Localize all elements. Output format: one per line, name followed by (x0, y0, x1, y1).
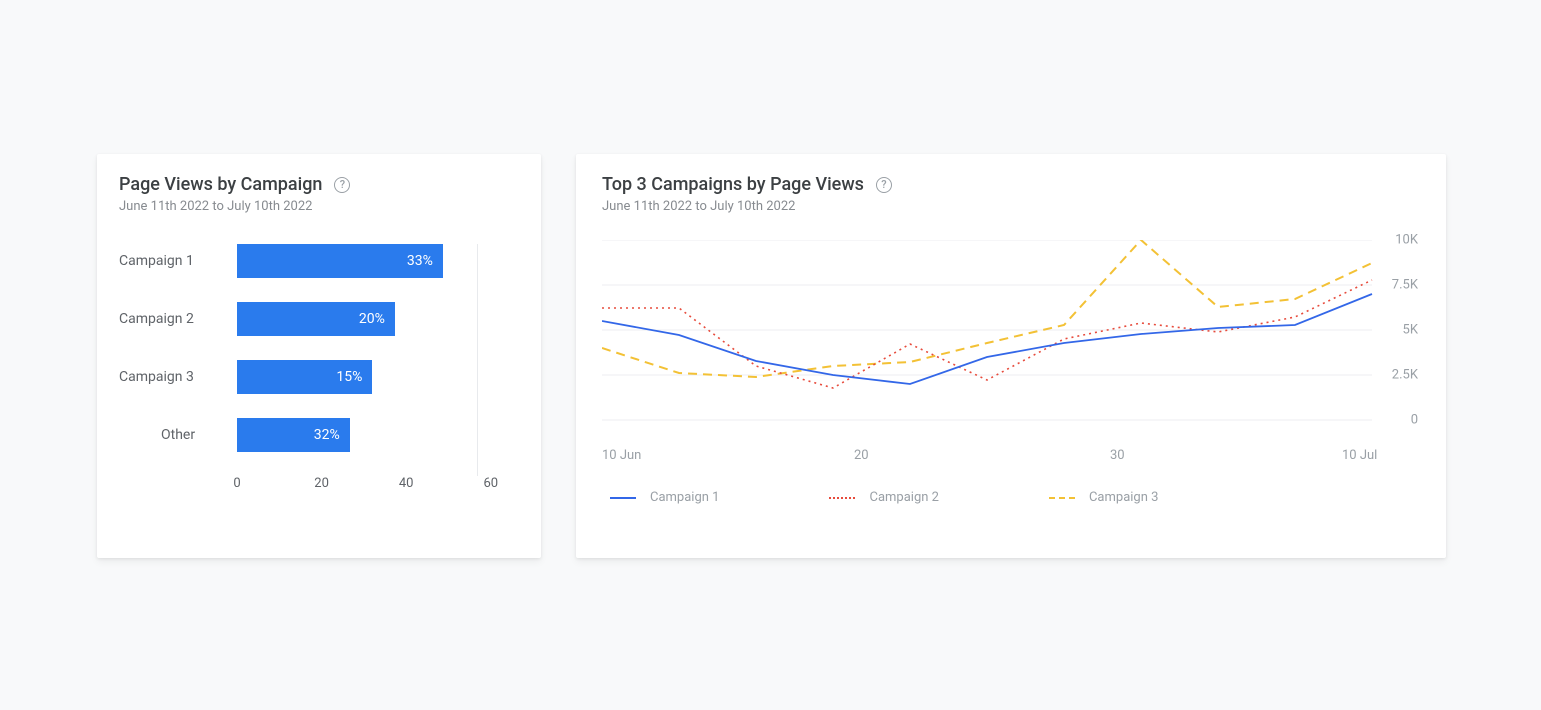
card-title-row: Page Views by Campaign ? (119, 174, 519, 195)
y-tick: 2.5K (1392, 368, 1418, 383)
legend: Campaign 1 Campaign 2 Campaign 3 (602, 490, 1420, 505)
legend-item: Campaign 1 (610, 490, 719, 505)
legend-swatch-solid (610, 497, 636, 499)
card-subtitle: June 11th 2022 to July 10th 2022 (602, 199, 1420, 214)
x-tick: 10 Jul (1342, 448, 1377, 463)
card-title: Top 3 Campaigns by Page Views (602, 174, 864, 195)
card-subtitle: June 11th 2022 to July 10th 2022 (119, 199, 519, 214)
legend-label: Campaign 3 (1089, 490, 1158, 505)
series-campaign-2 (602, 280, 1372, 388)
bar-row: Campaign 1 33% (119, 244, 519, 278)
x-tick: 20 (314, 476, 329, 491)
line-chart: 10K 7.5K 5K 2.5K 0 10 Jun 20 30 10 Jul (602, 240, 1420, 460)
x-tick: 30 (1110, 448, 1125, 463)
bar-fill: 15% (237, 360, 372, 394)
bar-track: 20% (237, 302, 519, 336)
y-tick: 0 (1411, 413, 1418, 428)
bar-label: Other (119, 427, 237, 443)
bar-label: Campaign 3 (119, 369, 237, 385)
x-tick: 10 Jun (602, 448, 641, 463)
x-axis-labels: 10 Jun 20 30 10 Jul (602, 448, 1420, 466)
page-views-card: Page Views by Campaign ? June 11th 2022 … (97, 154, 541, 558)
bar-track: 32% (237, 418, 519, 452)
bar-label: Campaign 1 (119, 253, 237, 269)
legend-label: Campaign 2 (869, 490, 938, 505)
y-tick: 7.5K (1392, 278, 1418, 293)
x-tick: 60 (483, 476, 498, 491)
y-tick: 10K (1395, 233, 1418, 248)
card-title: Page Views by Campaign (119, 174, 322, 195)
x-tick: 40 (399, 476, 414, 491)
help-icon[interactable]: ? (334, 177, 350, 193)
y-tick: 5K (1403, 323, 1418, 338)
x-tick: 0 (233, 476, 240, 491)
help-icon[interactable]: ? (876, 177, 892, 193)
top-campaigns-card: Top 3 Campaigns by Page Views ? June 11t… (576, 154, 1446, 558)
bar-value: 20% (359, 311, 385, 327)
bar-value: 33% (407, 253, 433, 269)
bar-row: Campaign 3 15% (119, 360, 519, 394)
legend-swatch-dashed (1049, 497, 1075, 499)
bar-row: Campaign 2 20% (119, 302, 519, 336)
bar-fill: 20% (237, 302, 395, 336)
x-tick: 20 (854, 448, 869, 463)
legend-item: Campaign 3 (1049, 490, 1158, 505)
y-axis-labels: 10K 7.5K 5K 2.5K 0 (1372, 240, 1420, 420)
legend-swatch-dotted (829, 497, 855, 499)
bar-value: 15% (336, 369, 362, 385)
line-chart-svg (602, 240, 1420, 440)
series-campaign-1 (602, 294, 1372, 384)
legend-label: Campaign 1 (650, 490, 719, 505)
bar-chart: Campaign 1 33% Campaign 2 20% Campaign 3… (119, 244, 519, 496)
bar-track: 33% (237, 244, 519, 278)
bar-track: 15% (237, 360, 519, 394)
bar-x-axis: 0 20 40 60 (237, 476, 519, 496)
legend-item: Campaign 2 (829, 490, 938, 505)
bar-label: Campaign 2 (119, 311, 237, 327)
bar-fill: 32% (237, 418, 350, 452)
bar-value: 32% (314, 427, 340, 443)
bar-row: Other 32% (119, 418, 519, 452)
card-title-row: Top 3 Campaigns by Page Views ? (602, 174, 1420, 195)
bar-fill: 33% (237, 244, 443, 278)
